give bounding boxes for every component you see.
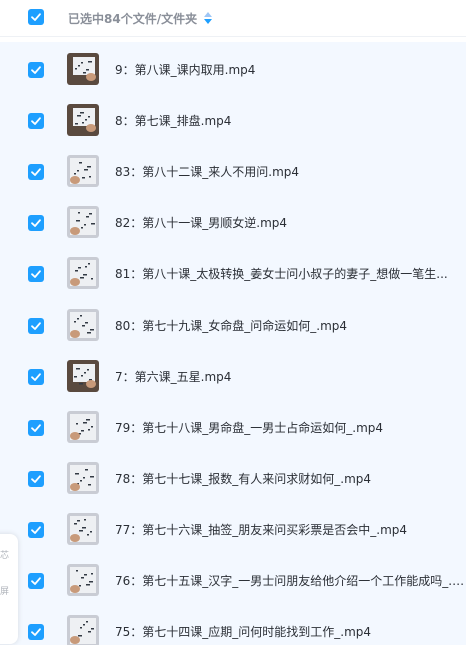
file-checkbox[interactable]	[28, 62, 44, 78]
checkmark-icon	[31, 117, 41, 125]
checkmark-icon	[31, 577, 41, 585]
video-thumbnail[interactable]	[67, 155, 99, 188]
file-checkbox[interactable]	[28, 215, 44, 232]
video-thumbnail[interactable]	[67, 461, 99, 494]
file-checkbox[interactable]	[28, 164, 44, 181]
video-thumbnail[interactable]	[67, 104, 99, 137]
file-list: 9：第八课_课内取用.mp4 8：第七课_排盘.mp4 83：第八十二课_来人不用问…	[0, 42, 466, 645]
checkmark-icon	[31, 270, 41, 279]
side-panel-label-bottom: 屏	[0, 587, 10, 597]
checkmark-icon	[31, 372, 41, 381]
checkmark-icon	[31, 321, 41, 330]
video-thumbnail[interactable]	[67, 615, 99, 645]
checkmark-icon	[31, 423, 41, 432]
file-list-page: 已选中84个文件/文件夹 9：第八课_课内取用.mp4 8：第七课_排盘.mp4 8…	[0, 0, 466, 645]
checkmark-icon	[31, 526, 41, 534]
file-name[interactable]: 78：第七十七课_报数_有人来问求财如何_.mp4	[115, 470, 371, 487]
file-row[interactable]: 83：第八十二课_来人不用问.mp4	[0, 145, 466, 196]
video-thumbnail[interactable]	[67, 53, 99, 85]
file-row[interactable]: 81：第八十课_太极转换_姜女士问小叔子的妻子_想做一笔生...	[0, 247, 466, 298]
file-checkbox[interactable]	[28, 624, 44, 641]
video-thumbnail[interactable]	[67, 564, 99, 596]
file-checkbox[interactable]	[28, 573, 44, 589]
file-name[interactable]: 8：第七课_排盘.mp4	[115, 112, 231, 129]
file-checkbox[interactable]	[28, 419, 44, 436]
file-name[interactable]: 82：第八十一课_男顺女逆.mp4	[115, 214, 287, 231]
checkmark-icon	[31, 168, 41, 177]
file-name[interactable]: 76：第七十五课_汉字_一男士问朋友给他介绍一个工作能成吗_.mp	[115, 572, 466, 589]
list-header: 已选中84个文件/文件夹	[0, 0, 466, 37]
file-name[interactable]: 80：第七十九课_女命盘_问命运如何_.mp4	[115, 317, 347, 334]
video-thumbnail[interactable]	[67, 206, 99, 239]
sort-updown-icon[interactable]	[203, 11, 213, 25]
file-row[interactable]: 9：第八课_课内取用.mp4	[0, 43, 466, 94]
file-checkbox[interactable]	[28, 266, 44, 283]
checkmark-icon	[31, 628, 41, 636]
file-row[interactable]: 8：第七课_排盘.mp4	[0, 94, 466, 145]
file-name[interactable]: 77：第七十六课_抽签_朋友来问买彩票是否会中_.mp4	[115, 521, 407, 538]
file-row[interactable]: 78：第七十七课_报数_有人来问求财如何_.mp4	[0, 452, 466, 503]
file-name[interactable]: 81：第八十课_太极转换_姜女士问小叔子的妻子_想做一笔生...	[115, 265, 448, 282]
file-row[interactable]: 77：第七十六课_抽签_朋友来问买彩票是否会中_.mp4	[0, 503, 466, 554]
file-checkbox[interactable]	[28, 521, 44, 538]
checkmark-icon	[31, 66, 41, 74]
file-checkbox[interactable]	[28, 317, 44, 334]
video-thumbnail[interactable]	[67, 257, 99, 290]
file-checkbox[interactable]	[28, 113, 44, 130]
file-name[interactable]: 83：第八十二课_来人不用问.mp4	[115, 163, 299, 180]
file-name[interactable]: 7：第六课_五星.mp4	[115, 368, 231, 385]
video-thumbnail[interactable]	[67, 359, 99, 392]
file-row[interactable]: 7：第六课_五星.mp4	[0, 350, 466, 401]
file-name[interactable]: 9：第八课_课内取用.mp4	[115, 61, 255, 78]
file-row[interactable]: 79：第七十八课_男命盘_一男士占命运如何_.mp4	[0, 401, 466, 452]
file-checkbox[interactable]	[28, 368, 44, 385]
file-row[interactable]: 76：第七十五课_汉字_一男士问朋友给他介绍一个工作能成吗_.mp	[0, 554, 466, 605]
file-name[interactable]: 75：第七十四课_应期_问何时能找到工作_.mp4	[115, 623, 371, 640]
selection-count-text: 已选中84个文件/文件夹	[68, 12, 198, 26]
side-float-panel[interactable]: 芯 屏	[0, 534, 18, 644]
video-thumbnail[interactable]	[67, 410, 99, 443]
file-checkbox[interactable]	[28, 470, 44, 487]
file-row[interactable]: 80：第七十九课_女命盘_问命运如何_.mp4	[0, 299, 466, 350]
checkmark-icon	[31, 475, 41, 483]
video-thumbnail[interactable]	[67, 308, 99, 341]
side-panel-label-top: 芯	[0, 551, 10, 561]
file-row[interactable]: 82：第八十一课_男顺女逆.mp4	[0, 196, 466, 247]
checkmark-icon	[31, 13, 41, 21]
video-thumbnail[interactable]	[67, 512, 99, 545]
file-name[interactable]: 79：第七十八课_男命盘_一男士占命运如何_.mp4	[115, 419, 383, 436]
file-row[interactable]: 75：第七十四课_应期_问何时能找到工作_.mp4	[0, 605, 466, 645]
select-all-checkbox[interactable]	[28, 9, 44, 25]
checkmark-icon	[31, 219, 41, 228]
